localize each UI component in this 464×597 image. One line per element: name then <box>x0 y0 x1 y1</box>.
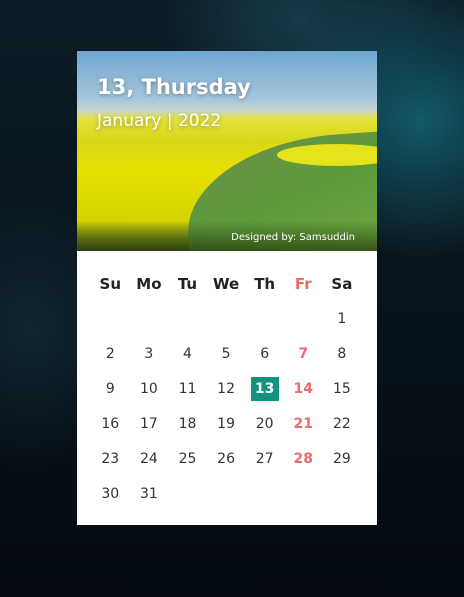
day-cell[interactable]: 20 <box>245 406 284 441</box>
day-cell[interactable]: 7 <box>284 336 323 371</box>
day-cell[interactable]: 10 <box>130 371 169 406</box>
empty-cell <box>245 301 284 336</box>
day-cell[interactable]: 12 <box>207 371 246 406</box>
empty-cell <box>284 301 323 336</box>
day-cell[interactable]: 15 <box>323 371 362 406</box>
calendar-grid: Su Mo Tu We Th Fr Sa 1 2 3 4 5 6 7 8 9 10 11 12 13 14 15 16 17 1… <box>91 266 361 511</box>
day-cell[interactable]: 11 <box>168 371 207 406</box>
weekday-header: Mo <box>136 274 162 293</box>
weekday-header: Su <box>99 274 122 293</box>
empty-cell <box>130 301 169 336</box>
day-cell[interactable]: 4 <box>168 336 207 371</box>
today-highlight: 13 <box>250 376 279 401</box>
day-cell[interactable]: 26 <box>207 441 246 476</box>
month-year-label: January | 2022 <box>97 111 222 131</box>
day-cell[interactable]: 18 <box>168 406 207 441</box>
weekday-header: Th <box>254 274 276 293</box>
empty-cell <box>168 301 207 336</box>
day-cell[interactable]: 2 <box>91 336 130 371</box>
day-cell[interactable]: 21 <box>284 406 323 441</box>
day-cell[interactable]: 14 <box>284 371 323 406</box>
day-cell[interactable]: 1 <box>323 301 362 336</box>
current-day-label: 13, Thursday <box>97 75 251 99</box>
day-cell[interactable]: 22 <box>323 406 362 441</box>
day-cell[interactable]: 23 <box>91 441 130 476</box>
empty-cell <box>207 301 246 336</box>
day-cell[interactable]: 8 <box>323 336 362 371</box>
weekday-header: We <box>212 274 240 293</box>
empty-cell <box>91 301 130 336</box>
day-cell-today[interactable]: 13 <box>245 371 284 406</box>
day-cell[interactable]: 27 <box>245 441 284 476</box>
day-cell[interactable]: 31 <box>130 476 169 511</box>
day-cell[interactable]: 24 <box>130 441 169 476</box>
weekday-header: Fr <box>294 274 312 293</box>
weekday-header: Sa <box>331 274 353 293</box>
designer-credit: Designed by: Samsuddin <box>231 232 355 243</box>
day-cell[interactable]: 5 <box>207 336 246 371</box>
day-cell[interactable]: 25 <box>168 441 207 476</box>
day-cell[interactable]: 17 <box>130 406 169 441</box>
day-cell[interactable]: 29 <box>323 441 362 476</box>
day-cell[interactable]: 6 <box>245 336 284 371</box>
day-cell[interactable]: 3 <box>130 336 169 371</box>
calendar-card: 13, Thursday January | 2022 Designed by:… <box>77 51 377 525</box>
day-cell[interactable]: 30 <box>91 476 130 511</box>
weekday-header: Tu <box>177 274 198 293</box>
header-image: 13, Thursday January | 2022 Designed by:… <box>77 51 377 251</box>
day-cell[interactable]: 16 <box>91 406 130 441</box>
day-cell[interactable]: 9 <box>91 371 130 406</box>
day-cell[interactable]: 19 <box>207 406 246 441</box>
day-cell[interactable]: 28 <box>284 441 323 476</box>
